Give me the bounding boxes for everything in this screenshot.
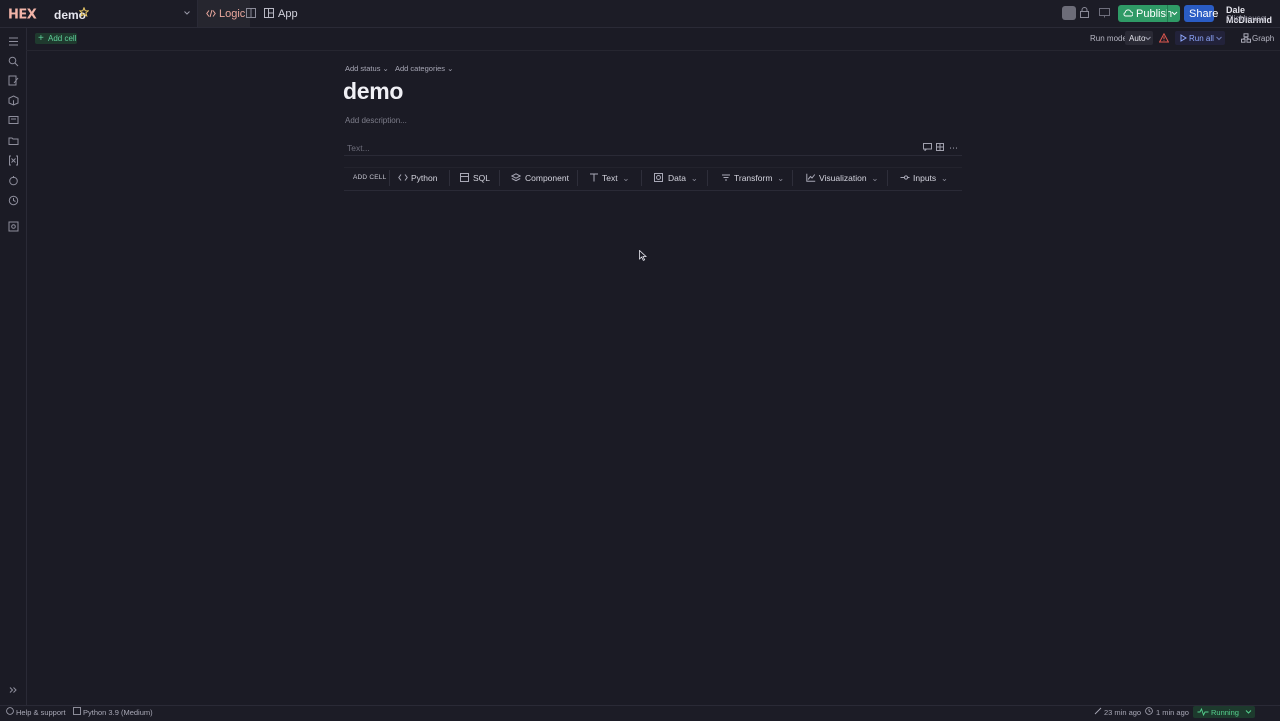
tab-app-label: App <box>278 8 298 20</box>
svg-text:HEX: HEX <box>8 8 37 22</box>
add-data-cell[interactable]: Data ⌄ <box>668 173 698 184</box>
pencil-icon <box>1094 707 1102 715</box>
run-all-label: Run all <box>1189 34 1214 43</box>
mouse-cursor-icon <box>639 250 647 261</box>
hex-logo[interactable]: HEX <box>8 6 38 22</box>
files-icon[interactable] <box>8 135 19 146</box>
clock-icon <box>1145 707 1153 715</box>
add-status-dropdown[interactable]: Add status ⌄ <box>345 64 389 73</box>
sql-icon <box>460 173 469 182</box>
divider <box>887 170 888 186</box>
divider <box>499 170 500 186</box>
chevron-down-icon <box>1216 36 1222 41</box>
add-visualization-cell[interactable]: Visualization ⌄ <box>819 173 878 184</box>
add-categories-dropdown[interactable]: Add categories ⌄ <box>395 64 453 73</box>
divider <box>389 170 390 186</box>
add-python-cell[interactable]: Python <box>411 173 437 183</box>
page-title[interactable]: demo <box>343 78 403 105</box>
help-support-link[interactable]: Help & support <box>16 708 66 717</box>
outline-icon[interactable] <box>8 36 19 47</box>
graph-button[interactable]: Graph <box>1252 34 1274 43</box>
plus-icon: + <box>38 33 44 44</box>
comment-icon[interactable] <box>923 143 932 151</box>
search-icon[interactable] <box>8 56 19 67</box>
text-icon <box>590 173 598 182</box>
warning-icon[interactable] <box>1159 33 1169 43</box>
last-edited-time: 23 min ago <box>1104 708 1142 717</box>
star-icon[interactable] <box>79 7 89 17</box>
left-sidebar <box>0 27 27 705</box>
tab-logic-label: Logic <box>219 8 246 20</box>
visualization-icon <box>806 173 816 182</box>
add-transform-cell[interactable]: Transform ⌄ <box>734 173 784 184</box>
publish-options-button[interactable] <box>1167 5 1181 22</box>
edit-icon[interactable] <box>8 75 19 86</box>
add-text-cell[interactable]: Text ⌄ <box>602 173 629 184</box>
add-categories-label: Add categories <box>395 64 446 73</box>
description-field[interactable]: Add description... <box>345 116 407 125</box>
add-status-label: Add status <box>345 64 381 73</box>
data-cell-label: Data <box>668 173 686 183</box>
run-mode-label: Run mode <box>1090 34 1127 43</box>
comments-icon[interactable] <box>8 115 19 126</box>
variables-icon[interactable] <box>8 155 19 166</box>
run-mode-value: Auto <box>1129 34 1146 43</box>
add-inputs-cell[interactable]: Inputs ⌄ <box>913 173 948 184</box>
package-icon[interactable] <box>8 95 19 106</box>
code-icon <box>206 9 216 18</box>
play-icon <box>1180 34 1187 42</box>
data-icon <box>654 173 663 182</box>
collaborator-avatar[interactable] <box>1062 6 1076 20</box>
chevron-down-icon <box>1245 710 1252 714</box>
pulse-icon <box>1197 708 1209 716</box>
add-cell-label: Add cell <box>48 34 77 43</box>
add-cell-caption: ADD CELL <box>353 174 387 181</box>
visualization-cell-label: Visualization <box>819 173 867 183</box>
app-icon <box>264 8 274 18</box>
transform-icon <box>722 174 730 181</box>
divider <box>449 170 450 186</box>
graph-icon[interactable] <box>1241 33 1251 43</box>
last-run-time: 1 min ago <box>1156 708 1189 717</box>
divider <box>577 170 578 186</box>
status-bar <box>0 705 1280 721</box>
inputs-icon <box>900 175 910 180</box>
help-icon <box>6 707 14 715</box>
component-icon <box>511 173 521 182</box>
kernel-status-label: Running <box>1211 708 1239 717</box>
user-org: Clickhouse <box>1226 14 1266 23</box>
environment-icon[interactable] <box>8 175 19 186</box>
divider <box>641 170 642 186</box>
text-cell-placeholder[interactable]: Text... <box>347 143 370 153</box>
transform-cell-label: Transform <box>734 173 773 183</box>
present-icon[interactable] <box>1099 8 1110 18</box>
grid-icon[interactable] <box>936 143 944 151</box>
lock-icon[interactable] <box>1080 7 1089 18</box>
split-view-icon[interactable] <box>246 8 256 18</box>
more-icon[interactable]: ⋯ <box>949 143 958 154</box>
chevron-down-icon[interactable] <box>183 9 191 17</box>
divider <box>792 170 793 186</box>
divider <box>707 170 708 186</box>
history-icon[interactable] <box>8 195 19 206</box>
kernel-icon <box>73 707 81 715</box>
text-cell-label: Text <box>602 173 618 183</box>
python-icon <box>398 174 408 181</box>
inputs-cell-label: Inputs <box>913 173 937 183</box>
text-cell[interactable] <box>344 139 962 156</box>
share-label: Share <box>1189 8 1219 20</box>
cloud-icon <box>1123 9 1133 17</box>
add-component-cell[interactable]: Component <box>525 173 569 183</box>
settings-icon[interactable] <box>8 221 19 232</box>
expand-sidebar-icon[interactable] <box>9 686 17 694</box>
kernel-selector[interactable]: Python 3.9 (Medium) <box>83 708 153 717</box>
add-sql-cell[interactable]: SQL <box>473 173 490 183</box>
